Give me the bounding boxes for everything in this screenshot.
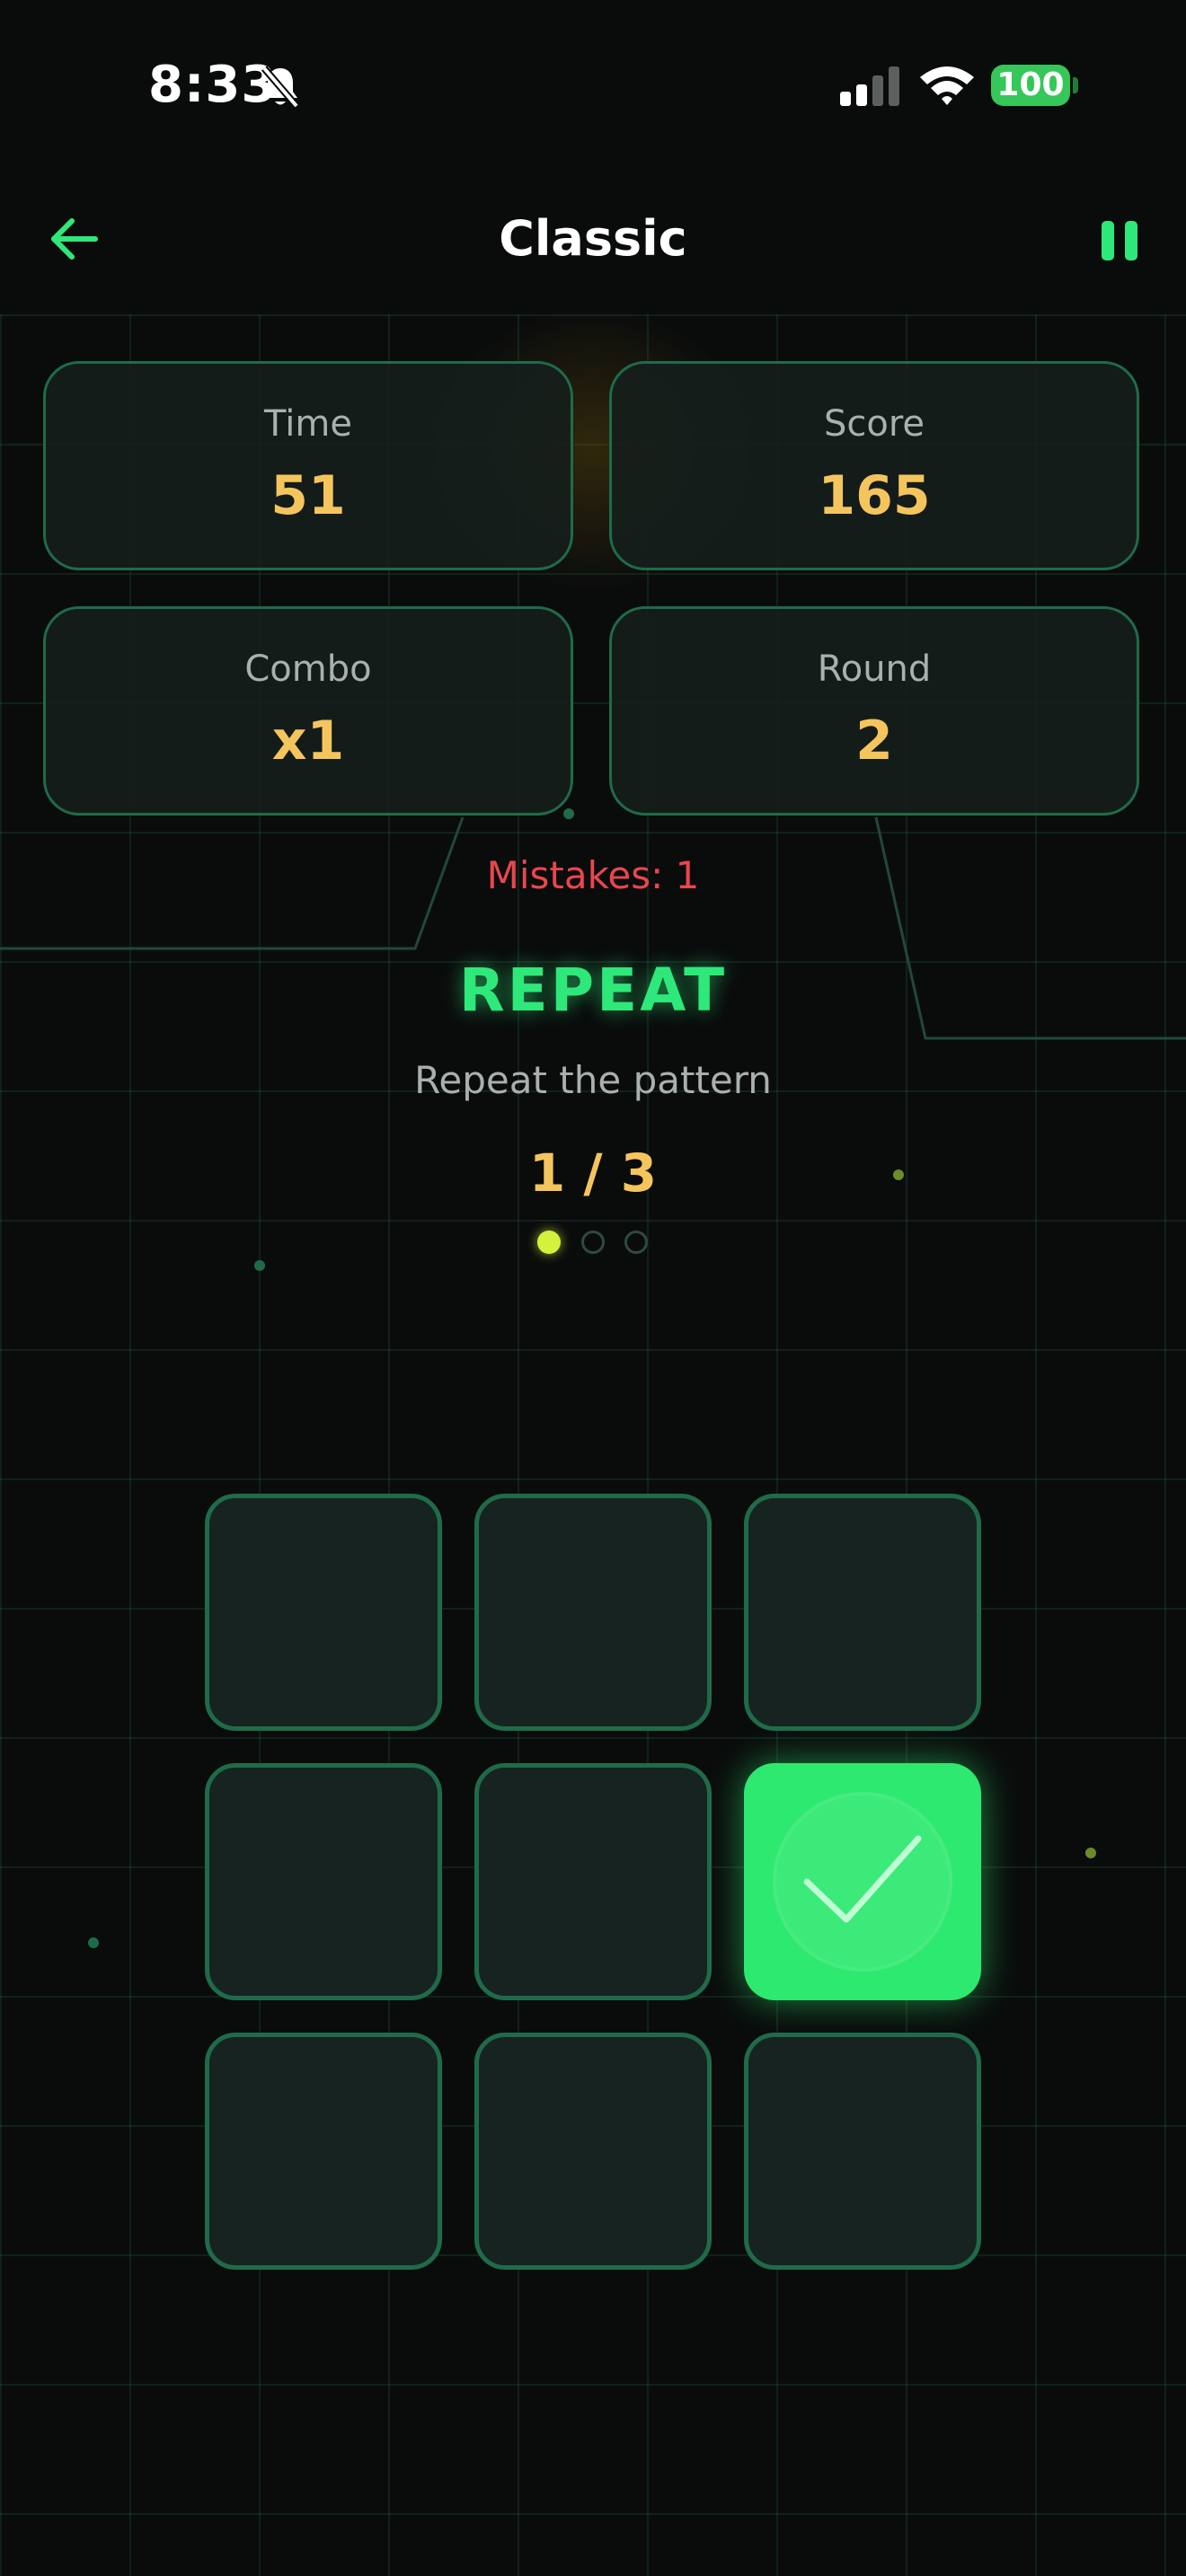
grid-tile-correct[interactable] bbox=[744, 1763, 981, 2000]
bell-slash-icon bbox=[261, 66, 300, 109]
grid-tile[interactable] bbox=[744, 1494, 981, 1731]
phase-title: REPEAT bbox=[458, 956, 728, 1025]
stat-card-round: Round 2 bbox=[609, 606, 1139, 816]
progress-dot-active bbox=[537, 1231, 561, 1254]
progress-dot bbox=[624, 1231, 648, 1254]
progress-dot bbox=[581, 1231, 605, 1254]
stat-card-combo: Combo x1 bbox=[43, 606, 573, 816]
pause-bar-right bbox=[1125, 221, 1137, 260]
stat-label: Score bbox=[823, 403, 925, 445]
mistakes-counter: Mistakes: 1 bbox=[486, 853, 700, 897]
stat-value: 51 bbox=[270, 464, 346, 527]
pause-icon[interactable] bbox=[1098, 221, 1141, 262]
stat-value: 2 bbox=[855, 710, 893, 772]
grid-tile[interactable] bbox=[205, 2033, 442, 2270]
phase-instruction: Repeat the pattern bbox=[414, 1058, 772, 1102]
page-title: Classic bbox=[499, 210, 687, 267]
grid-tile[interactable] bbox=[205, 1494, 442, 1731]
grid-tile[interactable] bbox=[474, 2033, 712, 2270]
grid-tile[interactable] bbox=[205, 1763, 442, 2000]
stat-value: 165 bbox=[818, 464, 931, 527]
wifi-icon bbox=[920, 66, 974, 105]
status-time: 8:33 bbox=[148, 56, 278, 114]
grid-tile[interactable] bbox=[744, 2033, 981, 2270]
stat-card-time: Time 51 bbox=[43, 361, 573, 570]
stat-label: Combo bbox=[244, 648, 372, 690]
decor-spark bbox=[254, 1260, 265, 1271]
decor-spark bbox=[1085, 1848, 1096, 1858]
stat-label: Time bbox=[264, 403, 352, 445]
battery-indicator: 100 bbox=[991, 65, 1070, 106]
grid-tile[interactable] bbox=[474, 1494, 712, 1731]
stat-card-score: Score 165 bbox=[609, 361, 1139, 570]
decor-spark bbox=[88, 1937, 99, 1948]
checkmark-icon bbox=[803, 1835, 922, 1923]
grid-tile[interactable] bbox=[474, 1763, 712, 2000]
stat-value: x1 bbox=[271, 710, 345, 772]
pause-bar-left bbox=[1102, 221, 1114, 260]
pattern-progress: 1 / 3 bbox=[528, 1142, 658, 1204]
decor-spark bbox=[563, 808, 574, 819]
stat-label: Round bbox=[817, 648, 932, 690]
status-bar: 8:33 100 bbox=[0, 0, 1186, 171]
battery-cap bbox=[1073, 77, 1078, 93]
cellular-signal-icon bbox=[840, 66, 899, 106]
